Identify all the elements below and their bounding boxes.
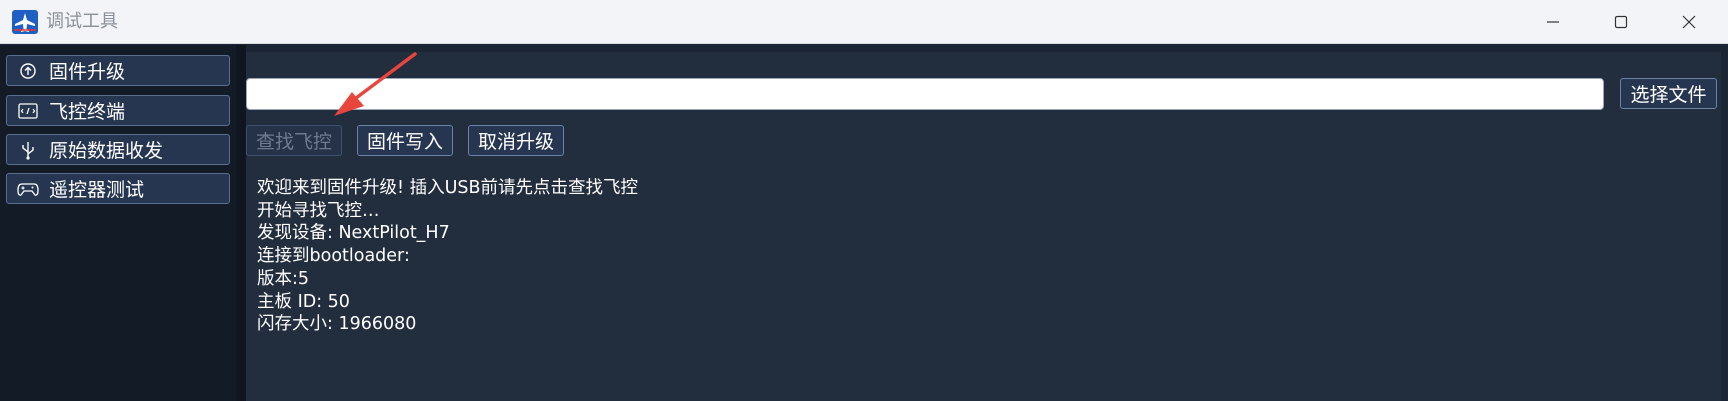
usb-icon	[11, 135, 45, 164]
title-bar: 调试工具	[0, 0, 1728, 44]
firmware-upload-icon	[11, 56, 45, 85]
upgrade-log: 欢迎来到固件升级! 插入USB前请先点击查找飞控 开始寻找飞控… 发现设备: N…	[257, 177, 1657, 336]
log-line: 版本:5	[257, 268, 310, 289]
minimize-button[interactable]	[1519, 0, 1587, 44]
maximize-icon	[1614, 15, 1628, 29]
sidebar-item-label: 原始数据收发	[49, 140, 164, 162]
log-line: 开始寻找飞控…	[257, 200, 380, 221]
sidebar-item-raw-data[interactable]: 原始数据收发	[6, 134, 230, 165]
sidebar-item-rc-test[interactable]: 遥控器测试	[6, 173, 230, 204]
log-line: 闪存大小: 1966080	[257, 314, 417, 335]
firmware-file-path-input[interactable]	[246, 78, 1604, 110]
sidebar-item-label: 遥控器测试	[49, 179, 145, 201]
find-flight-controller-button[interactable]: 查找飞控	[246, 125, 342, 156]
write-firmware-button[interactable]: 固件写入	[357, 125, 453, 156]
gamepad-icon	[11, 174, 45, 203]
log-line: 连接到bootloader:	[257, 246, 410, 267]
close-button[interactable]	[1655, 0, 1723, 44]
close-icon	[1682, 15, 1696, 29]
sidebar-item-label: 固件升级	[49, 61, 126, 83]
window-title: 调试工具	[46, 11, 118, 32]
maximize-button[interactable]	[1587, 0, 1655, 44]
minimize-icon	[1547, 21, 1559, 23]
log-line: 发现设备: NextPilot_H7	[257, 223, 450, 244]
plane-logo-icon	[12, 10, 38, 34]
sidebar: 固件升级 飞控终端 原始数据收发 遥控器测试	[0, 45, 238, 401]
cancel-upgrade-button[interactable]: 取消升级	[468, 125, 564, 156]
log-line: 欢迎来到固件升级! 插入USB前请先点击查找飞控	[257, 178, 638, 198]
log-line: 主板 ID: 50	[257, 291, 350, 312]
choose-file-button[interactable]: 选择文件	[1620, 78, 1717, 109]
sidebar-item-firmware-upgrade[interactable]: 固件升级	[6, 55, 230, 86]
sidebar-splitter[interactable]	[236, 45, 246, 401]
terminal-icon	[11, 96, 45, 125]
sidebar-item-label: 飞控终端	[49, 101, 126, 123]
sidebar-item-fc-terminal[interactable]: 飞控终端	[6, 95, 230, 126]
